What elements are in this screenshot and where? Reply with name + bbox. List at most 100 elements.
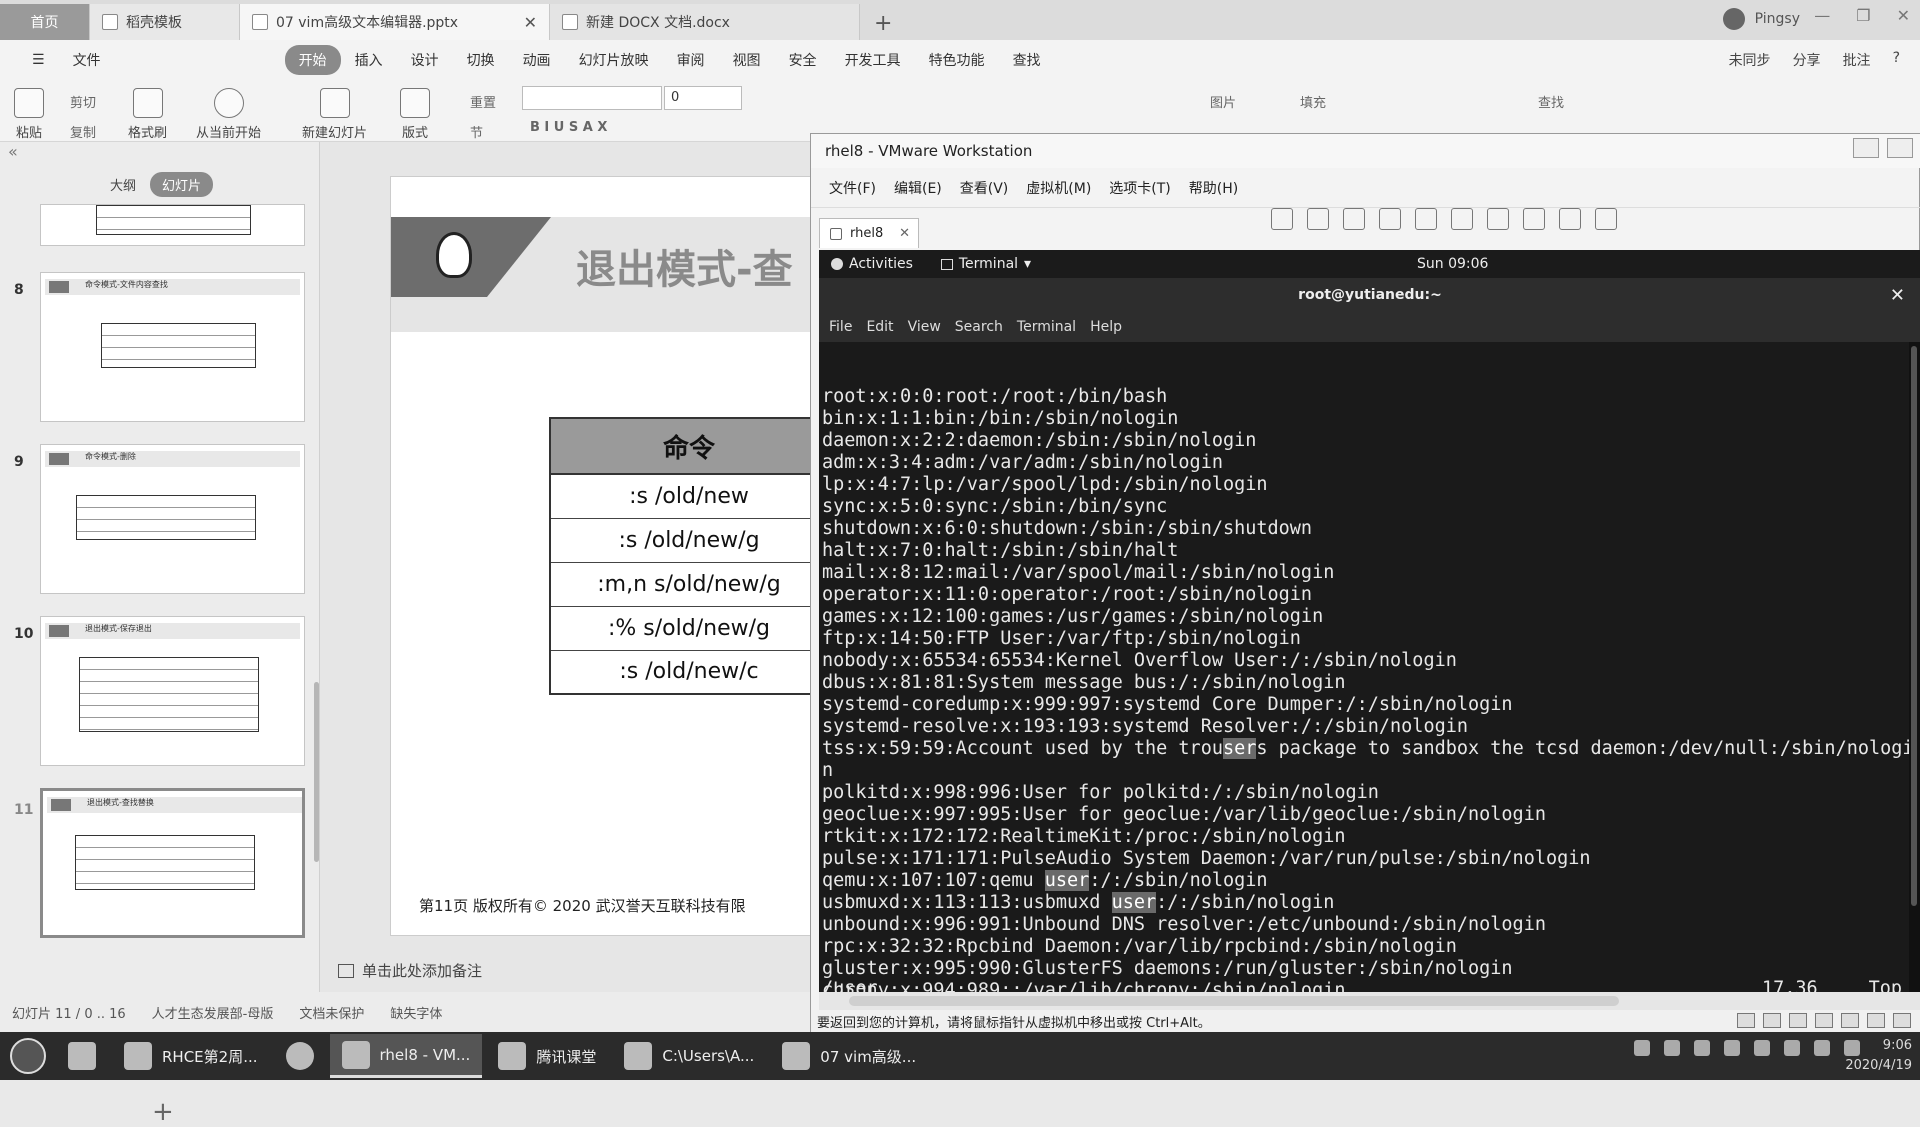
format-painter-button[interactable]: 格式刷	[128, 88, 167, 141]
sync-button[interactable]: 未同步	[1729, 50, 1771, 70]
term-menu-search[interactable]: Search	[955, 319, 1003, 335]
usb-icon[interactable]	[1815, 1013, 1833, 1028]
add-slide-button[interactable]: +	[152, 1097, 174, 1127]
taskbar-item[interactable]: 腾讯课堂	[486, 1034, 608, 1078]
terminal-app-menu[interactable]: Terminal ▾	[940, 256, 1031, 272]
menu-home[interactable]: 开始	[284, 45, 341, 75]
menu-transition[interactable]: 切换	[453, 50, 509, 70]
term-menu-file[interactable]: File	[829, 319, 852, 335]
reset-button[interactable]: 重置	[470, 92, 496, 111]
hdd-icon[interactable]	[1737, 1013, 1755, 1028]
font-name-input[interactable]	[522, 86, 662, 110]
activities-button[interactable]: Activities	[831, 256, 913, 272]
slide-thumbnail[interactable]: 退出模式-保存退出	[40, 616, 305, 766]
taskbar-item[interactable]: 07 vim高级...	[770, 1034, 928, 1078]
tab-docx[interactable]: 新建 DOCX 文档.docx	[550, 4, 860, 40]
vm-menu-file[interactable]: 文件(F)	[829, 178, 876, 198]
protection-status[interactable]: 文档未保护	[299, 1003, 364, 1022]
hamburger-icon[interactable]: ☰	[18, 52, 59, 68]
menu-animation[interactable]: 动画	[509, 50, 565, 70]
maximize-icon[interactable]	[1887, 138, 1913, 158]
system-clock[interactable]: 9:06 2020/4/19	[1845, 1036, 1912, 1076]
vm-menu-view[interactable]: 查看(V)	[960, 178, 1009, 198]
network-icon[interactable]	[1789, 1013, 1807, 1028]
menu-features[interactable]: 特色功能	[915, 50, 999, 70]
menu-file[interactable]: 文件	[59, 50, 115, 70]
tray-icon[interactable]	[1664, 1040, 1680, 1056]
add-note-area[interactable]: 单击此处添加备注	[338, 960, 482, 981]
help-icon[interactable]: ?	[1893, 50, 1900, 70]
fullscreen-icon[interactable]	[1523, 208, 1545, 230]
vm-menu-help[interactable]: 帮助(H)	[1189, 178, 1238, 198]
gnome-clock[interactable]: Sun 09:06	[1417, 256, 1488, 272]
tray-icon[interactable]	[1694, 1040, 1710, 1056]
comment-button[interactable]: 批注	[1843, 50, 1871, 70]
term-menu-view[interactable]: View	[908, 319, 941, 335]
thumbnail-scrollbar[interactable]	[314, 682, 319, 862]
minimize-icon[interactable]: —	[1814, 6, 1830, 25]
terminal-scrollbar[interactable]	[1911, 346, 1917, 906]
terminal-output[interactable]: root:x:0:0:root:/root:/bin/bash bin:x:1:1…	[819, 342, 1909, 1010]
menu-slideshow[interactable]: 幻灯片放映	[565, 50, 663, 70]
send-keys-icon[interactable]	[1307, 208, 1329, 230]
taskbar-item[interactable]: RHCE第2周...	[112, 1034, 270, 1078]
tray-icon[interactable]	[1724, 1040, 1740, 1056]
display-icon[interactable]	[1893, 1013, 1911, 1028]
vm-horizontal-scrollbar[interactable]	[819, 992, 1920, 1010]
console-icon[interactable]	[1595, 208, 1617, 230]
menu-security[interactable]: 安全	[775, 50, 831, 70]
tab-slides[interactable]: 幻灯片	[150, 172, 214, 197]
close-icon[interactable]: ✕	[1890, 285, 1905, 306]
vm-menu-tabs[interactable]: 选项卡(T)	[1109, 178, 1170, 198]
taskbar-item[interactable]: C:\Users\A...	[612, 1034, 766, 1078]
pause-icon[interactable]	[1271, 208, 1293, 230]
sidebar-icon[interactable]	[1451, 208, 1473, 230]
start-current-button[interactable]: 从当前开始	[196, 88, 261, 141]
missing-font[interactable]: 缺失字体	[390, 1003, 442, 1022]
section-button[interactable]: 节	[470, 122, 483, 141]
cut-button[interactable]: 剪切	[70, 92, 96, 111]
menu-review[interactable]: 审阅	[663, 50, 719, 70]
volume-icon[interactable]	[1814, 1040, 1830, 1056]
vm-menu-vm[interactable]: 虚拟机(M)	[1026, 178, 1091, 198]
start-button[interactable]	[0, 1032, 56, 1080]
tab-template[interactable]: 稻壳模板	[90, 4, 240, 40]
guest-screen[interactable]: Activities Terminal ▾ Sun 09:06 root@yuti…	[819, 250, 1920, 1010]
slide[interactable]: 退出模式-查 命令 :s /old/new :s /old/new/g :m,n…	[390, 176, 820, 936]
image-button[interactable]: 图片	[1210, 92, 1236, 111]
vm-tab-rhel8[interactable]: rhel8 ✕	[819, 218, 919, 248]
tab-outline[interactable]: 大纲	[110, 175, 136, 194]
taskbar-explorer[interactable]	[56, 1034, 108, 1078]
term-menu-edit[interactable]: Edit	[866, 319, 893, 335]
font-size-input[interactable]: 0	[664, 86, 742, 110]
find-button[interactable]: 查找	[1538, 92, 1564, 111]
slide-thumbnail[interactable]: 命令模式-文件内容查找	[40, 272, 305, 422]
menu-devtools[interactable]: 开发工具	[831, 50, 915, 70]
taskbar-item[interactable]	[274, 1034, 326, 1078]
new-tab-button[interactable]: +	[874, 11, 892, 36]
tab-home[interactable]: 首页	[0, 4, 90, 40]
close-icon[interactable]: ✕	[899, 226, 910, 241]
sound-icon[interactable]	[1841, 1013, 1859, 1028]
printer-icon[interactable]	[1867, 1013, 1885, 1028]
minimize-icon[interactable]	[1853, 138, 1879, 158]
slide-thumbnail[interactable]: 命令模式-删除	[40, 444, 305, 594]
menu-insert[interactable]: 插入	[341, 50, 397, 70]
collapse-icon[interactable]: «	[8, 142, 18, 161]
slide-thumbnail-selected[interactable]: 退出模式-查找替换	[40, 788, 305, 938]
user-area[interactable]: Pingsy	[1722, 8, 1800, 30]
close-window-icon[interactable]: ✕	[1897, 6, 1910, 25]
cdrom-icon[interactable]	[1763, 1013, 1781, 1028]
menu-search[interactable]: 查找	[999, 50, 1055, 70]
new-slide-button[interactable]: 新建幻灯片	[302, 88, 367, 141]
thumbnail-icon[interactable]	[1487, 208, 1509, 230]
share-button[interactable]: 分享	[1793, 50, 1821, 70]
term-menu-help[interactable]: Help	[1090, 319, 1122, 335]
tray-icon[interactable]	[1634, 1040, 1650, 1056]
layout-button[interactable]: 版式	[400, 88, 430, 141]
paste-button[interactable]: 粘贴	[14, 88, 44, 141]
network-icon[interactable]	[1784, 1040, 1800, 1056]
restore-icon[interactable]: ❐	[1856, 6, 1870, 25]
revert-icon[interactable]	[1379, 208, 1401, 230]
taskbar-item-active[interactable]: rhel8 - VM...	[329, 1034, 483, 1078]
